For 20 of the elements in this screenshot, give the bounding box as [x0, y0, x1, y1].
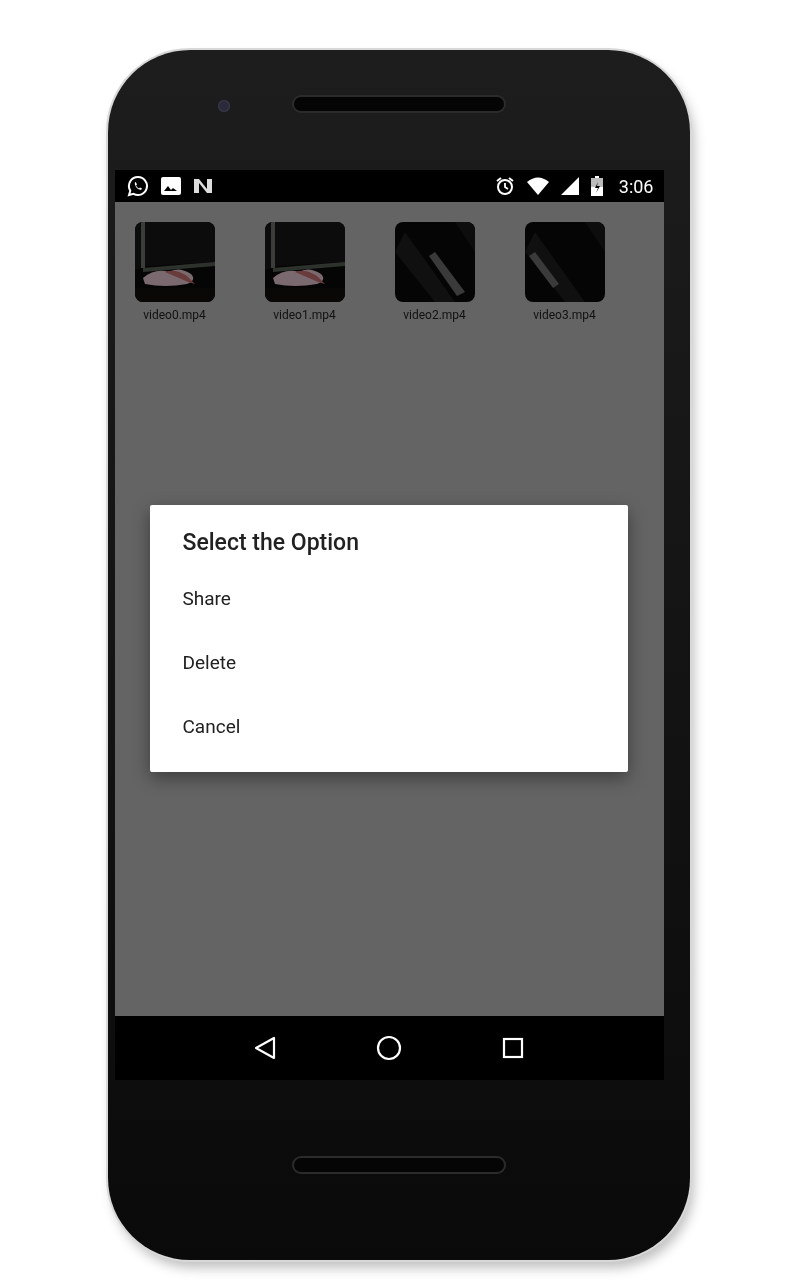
n-logo-icon	[192, 177, 213, 195]
signal-icon	[560, 177, 579, 195]
video-filename: video2.mp4	[403, 308, 466, 322]
clock-time: 3:06	[618, 175, 654, 197]
video-filename: video1.mp4	[273, 308, 336, 322]
home-icon[interactable]	[376, 1035, 402, 1061]
dialog-option[interactable]: Delete	[149, 630, 628, 694]
alarm-clock-icon	[494, 176, 515, 196]
dialog-title: Select the Option	[181, 529, 360, 556]
wifi-icon	[526, 177, 549, 195]
video-filename: video0.mp4	[143, 308, 206, 322]
dialog-option[interactable]: Share	[149, 566, 628, 630]
camera-icon	[218, 100, 230, 112]
video-filename: video3.mp4	[533, 308, 596, 322]
image-icon	[160, 177, 181, 195]
dialog-option[interactable]: Cancel	[149, 694, 628, 758]
battery-icon	[590, 176, 603, 196]
recents-icon[interactable]	[501, 1037, 524, 1059]
back-icon[interactable]	[254, 1036, 277, 1060]
chat-bubble-icon	[126, 175, 149, 197]
